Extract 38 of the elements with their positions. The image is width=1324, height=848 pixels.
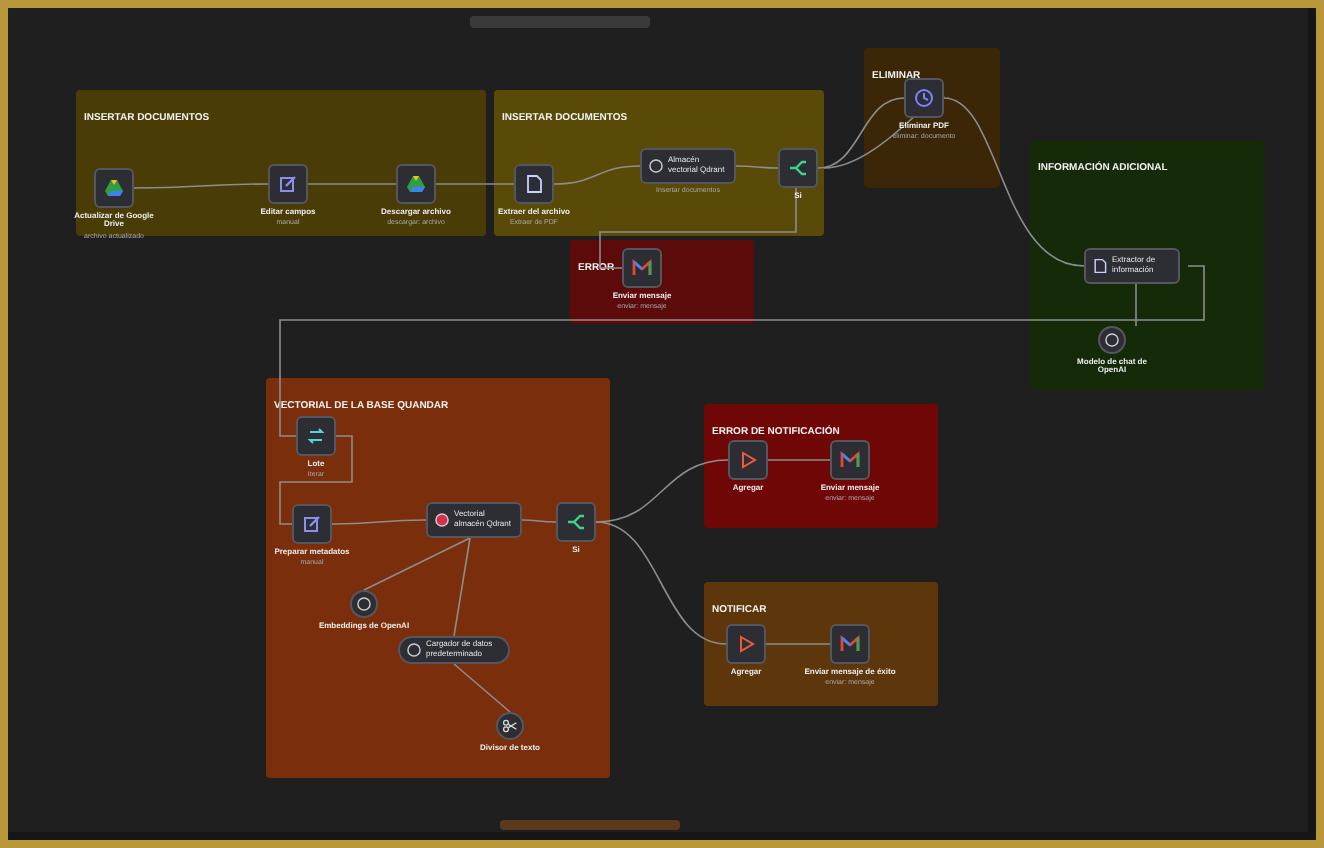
clock-icon: [914, 88, 934, 108]
connection-line: [133, 183, 269, 189]
mail-icon: [632, 258, 652, 278]
workflow-node[interactable]: [296, 416, 336, 456]
pencil-icon: [302, 514, 322, 534]
connection-line: [453, 663, 511, 713]
drive-icon: [406, 174, 426, 194]
play-icon: [736, 634, 756, 654]
pencil-icon: [278, 174, 298, 194]
document-icon: [1092, 258, 1108, 274]
connection-line: [521, 519, 557, 523]
workflow-node[interactable]: [728, 440, 768, 480]
workflow-node[interactable]: [292, 504, 332, 544]
workflow-node[interactable]: [514, 164, 554, 204]
play-icon: [738, 450, 758, 470]
workflow-node[interactable]: [396, 164, 436, 204]
connection-line: [735, 165, 779, 169]
scissors-icon: [502, 718, 518, 734]
switch-icon: [788, 158, 808, 178]
connection-line: [767, 459, 831, 461]
connection-line: [765, 643, 831, 645]
document-icon: [524, 174, 544, 194]
workflow-node[interactable]: [94, 168, 134, 208]
drive-icon: [104, 178, 124, 198]
workflow-node[interactable]: [556, 502, 596, 542]
workflow-node[interactable]: [268, 164, 308, 204]
mail-icon: [840, 634, 860, 654]
connection-line: [435, 183, 515, 185]
mail-icon: [840, 450, 860, 470]
workflow-node[interactable]: [830, 624, 870, 664]
workflow-node[interactable]: [778, 148, 818, 188]
workflow-node[interactable]: [904, 78, 944, 118]
loop-icon: [306, 426, 326, 446]
workflow-node[interactable]: [726, 624, 766, 664]
switch-icon: [566, 512, 586, 532]
connection-line: [307, 183, 397, 185]
workflow-node[interactable]: [830, 440, 870, 480]
workflow-node[interactable]: [622, 248, 662, 288]
